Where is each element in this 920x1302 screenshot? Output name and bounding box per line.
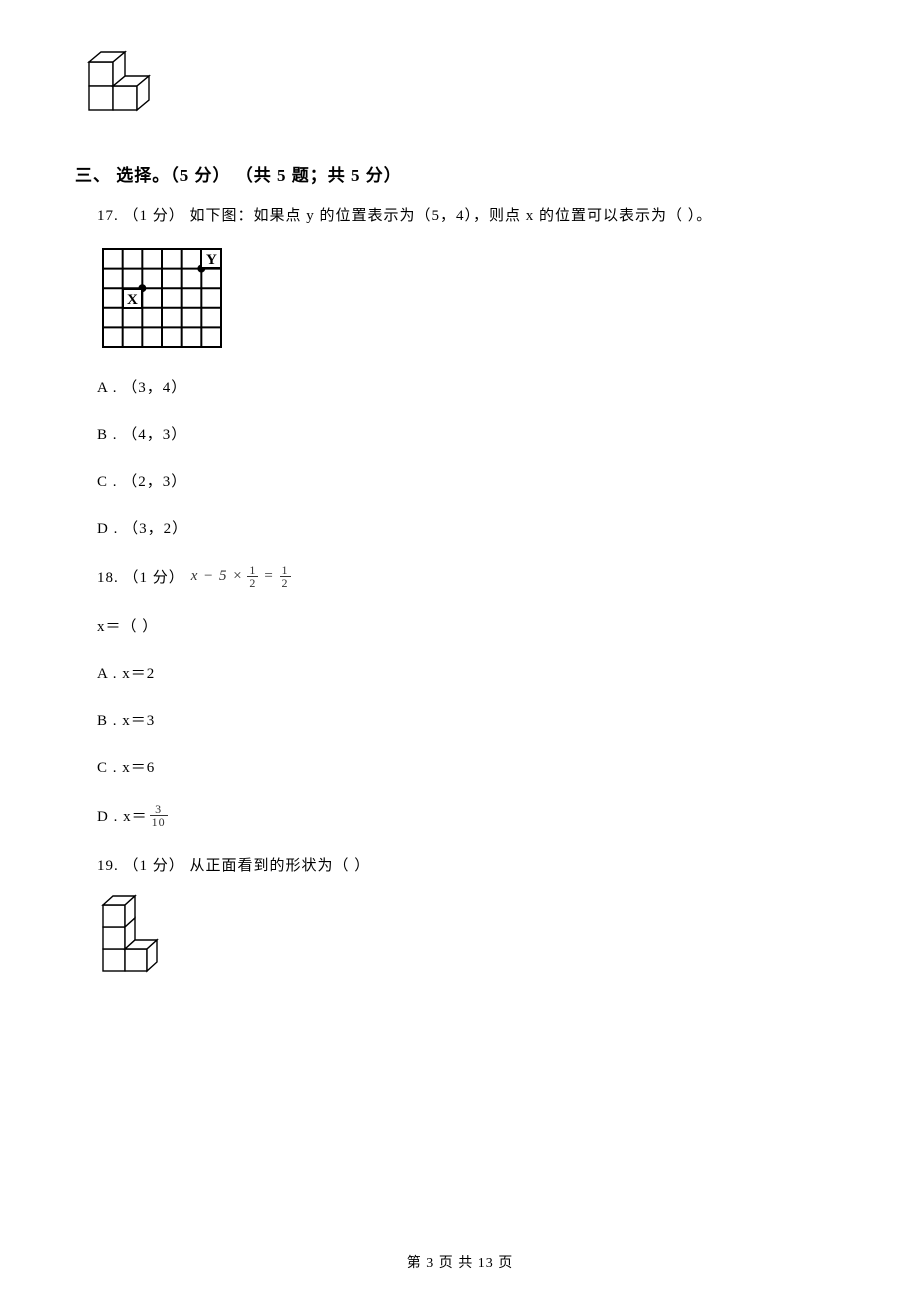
q17-stem: 17. （1 分） 如下图：如果点 y 的位置表示为（5，4），则点 x 的位置… xyxy=(97,204,845,225)
frac-num: 1 xyxy=(280,564,291,576)
q17-option-b[interactable]: B . （4，3） xyxy=(97,423,845,444)
q18-option-b[interactable]: B . x＝3 xyxy=(97,709,845,730)
frac-den: 2 xyxy=(280,576,291,589)
page-footer: 第 3 页 共 13 页 xyxy=(0,1252,920,1272)
frac-num: 1 xyxy=(247,564,258,576)
eq-equals: = xyxy=(263,568,274,585)
q18-x-equals-blank: x＝（ ） xyxy=(97,615,845,636)
q17-option-d[interactable]: D . （3，2） xyxy=(97,517,845,538)
figure-q16-cubes xyxy=(83,50,845,133)
frac-den: 10 xyxy=(150,815,168,828)
q19-stem: 19. （1 分） 从正面看到的形状为（ ） xyxy=(97,854,845,875)
section-heading: 三、 选择。（5 分） （共 5 题；共 5 分） xyxy=(75,161,845,186)
frac-num: 3 xyxy=(153,803,164,815)
q18-prefix: 18. （1 分） xyxy=(97,566,185,587)
q17-option-c[interactable]: C . （2，3） xyxy=(97,470,845,491)
q19-cube-figure xyxy=(97,893,845,984)
q18-option-d-prefix: D . x＝ xyxy=(97,805,148,826)
svg-text:Y: Y xyxy=(206,252,217,268)
q17-grid-figure: Y X xyxy=(97,243,845,358)
q18-option-d[interactable]: D . x＝ 3 10 xyxy=(97,803,845,828)
fraction-half-1: 1 2 xyxy=(247,564,258,589)
svg-text:X: X xyxy=(127,292,138,308)
frac-den: 2 xyxy=(247,576,258,589)
q18-option-c[interactable]: C . x＝6 xyxy=(97,756,845,777)
q17-option-a[interactable]: A . （3，4） xyxy=(97,376,845,397)
fraction-3-10: 3 10 xyxy=(150,803,168,828)
q18-option-a[interactable]: A . x＝2 xyxy=(97,662,845,683)
eq-left: x − 5 × xyxy=(191,568,244,585)
q18-stem: 18. （1 分） x − 5 × 1 2 = 1 2 xyxy=(97,564,845,589)
q18-equation: x − 5 × 1 2 = 1 2 xyxy=(191,564,293,589)
fraction-half-2: 1 2 xyxy=(280,564,291,589)
